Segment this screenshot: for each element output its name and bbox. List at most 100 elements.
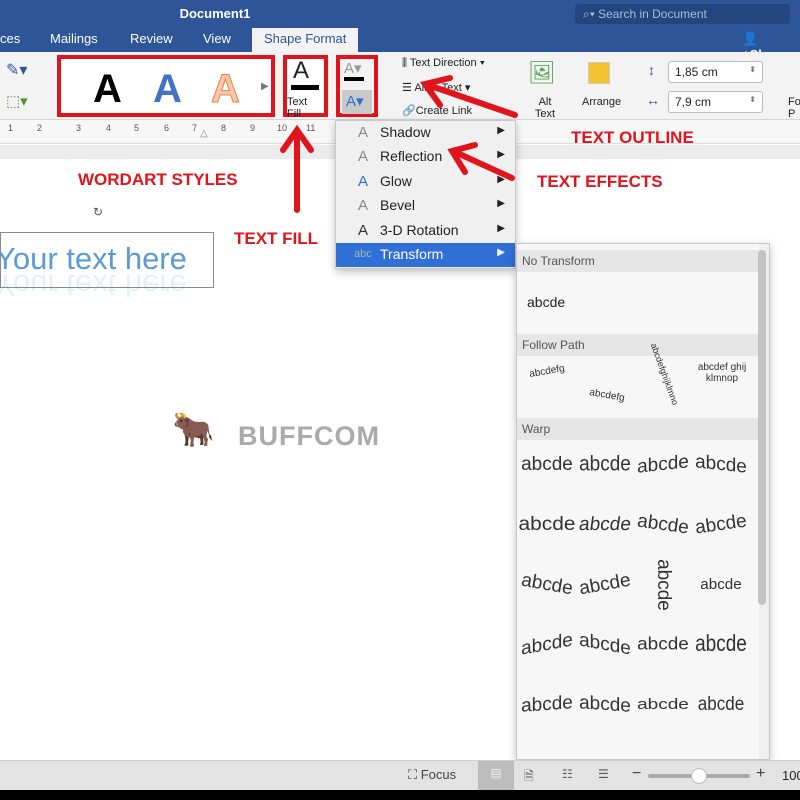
create-link-button[interactable]: 🔗Create Link	[402, 104, 472, 117]
text-effects-menu: A Shadow ▶ A Reflection ▶ A Glow ▶ A Bevel ▶ A 3-…	[335, 120, 516, 269]
warp-option[interactable]: abcde	[699, 576, 744, 594]
section-header: Follow Path	[517, 334, 759, 356]
menu-item-glow[interactable]: A Glow ▶	[336, 170, 515, 194]
warp-option[interactable]: abcde	[693, 451, 749, 479]
ruler-number: 4	[106, 123, 112, 133]
align-text-button[interactable]: ☰ Align Text ▾	[402, 81, 470, 94]
menu-item-label: Glow	[380, 173, 412, 189]
focus-button[interactable]: ⛶ Focus	[408, 767, 456, 783]
outline-view-icon[interactable]: ☷	[562, 767, 573, 781]
reflection-icon: A	[358, 148, 369, 165]
alt-text-label[interactable]: Alt Text	[533, 96, 557, 120]
height-icon: ↕	[648, 62, 655, 78]
gallery-more-icon[interactable]: ▶	[261, 81, 269, 92]
stepper-icon[interactable]: ⬍	[749, 65, 756, 74]
zoom-slider-knob[interactable]	[691, 768, 707, 784]
web-layout-icon[interactable]: 🗎	[524, 767, 534, 788]
follow-path-arch-up[interactable]: abcdefg	[518, 361, 575, 382]
ruler-number: 6	[164, 123, 170, 133]
menu-item-label: Bevel	[380, 197, 416, 213]
menu-item-3d-rotation[interactable]: A 3-D Rotation ▶	[336, 219, 515, 243]
ruler-number: 1	[8, 123, 14, 133]
zoom-in-icon[interactable]: +	[756, 765, 765, 783]
annotation-wordart: WORDART STYLES	[78, 170, 238, 189]
arrange-icon[interactable]	[588, 62, 610, 84]
menu-item-reflection[interactable]: A Reflection ▶	[336, 145, 515, 169]
wordart-styles-gallery[interactable]: A A A ▶	[57, 55, 275, 117]
warp-option[interactable]: abcde	[577, 453, 633, 477]
shape-fill-icon[interactable]: ✎▾	[6, 60, 27, 80]
warp-option[interactable]: abcde	[519, 629, 575, 661]
warp-option[interactable]: abcde	[635, 635, 691, 655]
menu-item-transform[interactable]: abc Transform ▶	[336, 243, 515, 267]
search-input[interactable]: ⌕▾ Search in Document	[575, 4, 790, 24]
tab-references[interactable]: ces	[0, 31, 20, 46]
zoom-out-icon[interactable]: −	[632, 765, 641, 783]
menu-item-label: Transform	[380, 246, 444, 262]
tab-view[interactable]: View	[203, 31, 231, 46]
annotation-text-effects: TEXT EFFECTS	[537, 172, 663, 191]
wordart-style-orange[interactable]: A	[211, 67, 241, 112]
text-direction-button[interactable]: ⫼ Text Direction ▾	[402, 57, 485, 70]
arrange-label[interactable]: Arrange	[582, 96, 621, 108]
height-field[interactable]: 1,85 cm ⬍	[668, 61, 763, 83]
rotate-handle-icon[interactable]: ↻	[93, 205, 103, 219]
warp-option[interactable]: abcde	[693, 632, 749, 658]
draft-view-icon[interactable]: ☰	[598, 767, 609, 781]
shape-effects-icon[interactable]: ⬚▾	[6, 92, 28, 110]
fill-color-bar	[291, 85, 319, 90]
stepper-icon[interactable]: ⬍	[749, 95, 756, 104]
alt-text-icon[interactable]: 🖼	[528, 60, 556, 86]
warp-option[interactable]: abcde	[635, 696, 691, 714]
text-fill-button[interactable]: A Text Fill	[283, 55, 328, 120]
warp-option[interactable]: abcde	[517, 514, 578, 536]
warp-option[interactable]: abcde	[519, 692, 575, 718]
align-text-label: Align Text	[414, 82, 462, 94]
outline-color-bar	[344, 77, 364, 81]
section-header: No Transform	[517, 250, 759, 272]
text-outline-effects-group: A▾ A▾	[336, 55, 378, 117]
glow-icon: A	[358, 173, 369, 190]
tab-shape-format[interactable]: Shape Format	[252, 28, 359, 52]
format-pane-button[interactable]: Fo P	[788, 96, 800, 120]
annotation-text-outline: TEXT OUTLINE	[571, 128, 694, 147]
text-direction-icon: ⫼	[402, 57, 410, 69]
warp-option[interactable]: abcde	[518, 569, 577, 600]
width-field[interactable]: 7,9 cm ⬍	[668, 91, 763, 113]
watermark: BUFFCOM	[238, 421, 380, 451]
warp-option[interactable]: abcde	[577, 692, 633, 718]
status-bar: ⛶ Focus ▤ 🗎 ☷ ☰ − + 100	[0, 760, 800, 791]
warp-option[interactable]: abcde	[652, 557, 674, 613]
warp-option[interactable]: abcde	[576, 569, 635, 600]
zoom-slider[interactable]	[648, 768, 750, 784]
ruler-number: 9	[250, 123, 256, 133]
wordart-style-blue[interactable]: A	[153, 67, 182, 112]
warp-option[interactable]: abcde	[634, 510, 693, 540]
tab-review[interactable]: Review	[130, 31, 173, 46]
ruler-number: 2	[37, 123, 43, 133]
print-layout-icon[interactable]: ▤	[478, 761, 514, 791]
warp-option[interactable]: abcde	[635, 451, 691, 479]
tab-mailings[interactable]: Mailings	[50, 31, 98, 46]
warp-option[interactable]: abcde	[519, 454, 575, 476]
warp-option[interactable]: abcde	[696, 694, 746, 716]
indent-marker-icon[interactable]: △	[200, 128, 208, 139]
align-text-icon: ☰	[402, 82, 415, 94]
text-effects-icon[interactable]: A▾	[342, 90, 372, 114]
scrollbar-thumb[interactable]	[758, 250, 766, 605]
menu-item-bevel[interactable]: A Bevel ▶	[336, 194, 515, 218]
text-box[interactable]: Your text here Your text here	[0, 232, 214, 303]
warp-option[interactable]: abcde	[692, 510, 751, 540]
follow-path-button[interactable]: abcdef ghij klmnop	[697, 362, 747, 384]
ruler-number: 8	[221, 123, 227, 133]
zoom-level[interactable]: 100	[782, 768, 800, 783]
wordart-style-black[interactable]: A	[93, 67, 122, 112]
follow-path-arch-down[interactable]: abcdefg	[578, 385, 635, 406]
text-outline-icon[interactable]: A▾	[344, 59, 362, 77]
warp-option[interactable]: abcde	[577, 629, 633, 661]
shadow-icon: A	[358, 124, 369, 141]
warp-option[interactable]: abcde	[575, 514, 634, 536]
menu-item-shadow[interactable]: A Shadow ▶	[336, 121, 515, 145]
no-transform-option[interactable]: abcde	[527, 294, 565, 310]
search-icon: ⌕▾	[583, 7, 599, 21]
